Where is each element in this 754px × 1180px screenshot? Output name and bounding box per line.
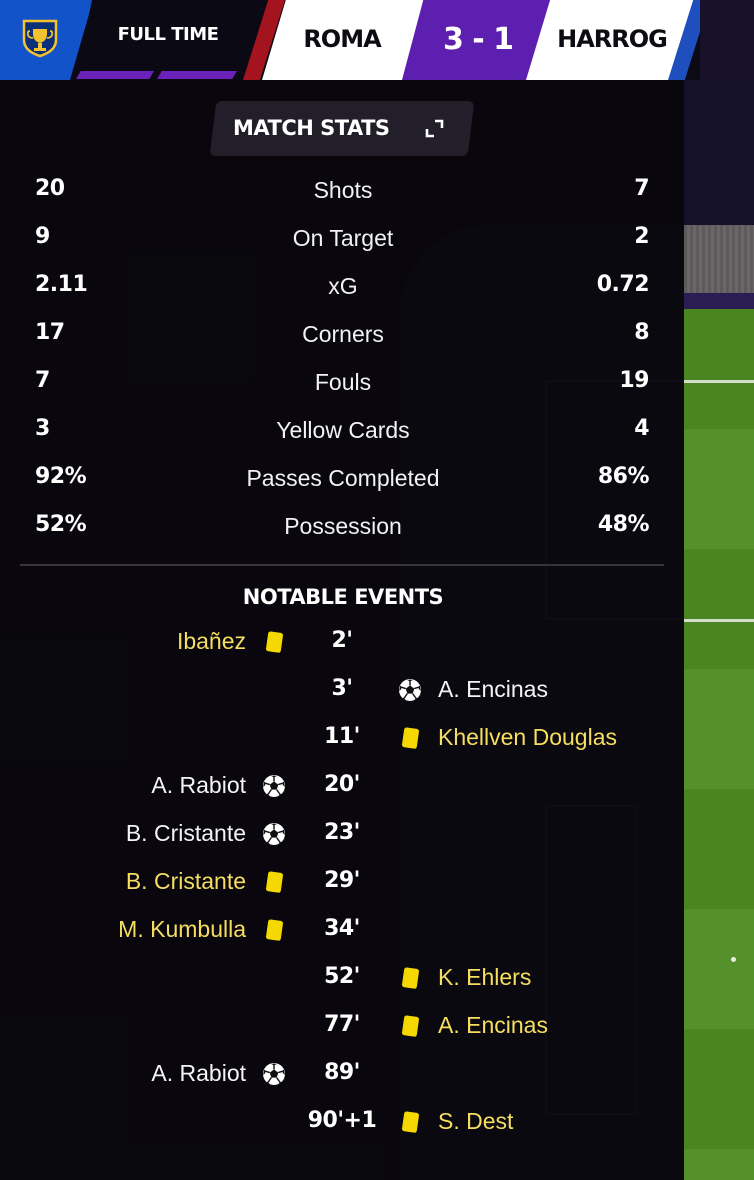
yellow-card-icon xyxy=(398,726,422,750)
event-row: 2' Ibañez xyxy=(0,628,684,676)
scoreboard-header: FULL TIME ROMA 3 - 1 HARROG xyxy=(0,0,754,80)
event-player-name: K. Ehlers xyxy=(438,964,532,990)
event-row: 11' Khellven Douglas xyxy=(0,724,684,772)
event-player-name: Khellven Douglas xyxy=(438,724,618,750)
stat-label: Passes Completed xyxy=(246,465,440,491)
stat-label: Fouls xyxy=(314,369,372,395)
stadium-stand xyxy=(684,225,754,295)
stat-away-value: 19 xyxy=(619,368,649,393)
stat-row: 92% Passes Completed 86% xyxy=(0,464,684,512)
header-edge xyxy=(700,0,754,80)
event-player-name: S. Dest xyxy=(438,1108,514,1134)
stat-away-value: 2 xyxy=(634,224,649,249)
penalty-spot xyxy=(731,957,736,962)
stat-label: Possession xyxy=(284,513,402,539)
yellow-card-icon xyxy=(398,1014,422,1038)
stat-away-value: 7 xyxy=(634,176,649,201)
match-score: 3 - 1 xyxy=(442,22,514,57)
stat-away-value: 48% xyxy=(597,512,650,537)
event-player-name: B. Cristante xyxy=(125,868,246,894)
event-row: 3' A. Encinas xyxy=(0,676,684,724)
event-row: 34' M. Kumbulla xyxy=(0,916,684,964)
event-player-name: M. Kumbulla xyxy=(118,916,246,942)
stadium-shadow xyxy=(684,80,754,225)
event-row: 52' K. Ehlers xyxy=(0,964,684,1012)
event-minute: 89' xyxy=(324,1060,360,1085)
event-player-name: A. Rabiot xyxy=(151,772,246,798)
event-row: 23' B. Cristante xyxy=(0,820,684,868)
stat-row: 52% Possession 48% xyxy=(0,512,684,560)
stat-row: 7 Fouls 19 xyxy=(0,368,684,416)
event-row: 29' B. Cristante xyxy=(0,868,684,916)
away-team-name: HARROG xyxy=(557,25,668,53)
section-divider xyxy=(20,564,664,566)
trophy-shield-icon xyxy=(22,19,58,58)
event-row: 77' A. Encinas xyxy=(0,1012,684,1060)
football-icon xyxy=(262,774,286,798)
pitch-line xyxy=(684,619,754,622)
stat-label: Shots xyxy=(313,177,373,203)
stat-away-value: 0.72 xyxy=(596,272,650,297)
pitch-line xyxy=(684,380,754,383)
stat-row: 17 Corners 8 xyxy=(0,320,684,368)
yellow-card-icon xyxy=(262,630,286,654)
pitch-grass xyxy=(684,309,754,1180)
stat-row: 9 On Target 2 xyxy=(0,224,684,272)
yellow-card-icon xyxy=(398,1110,422,1134)
stat-away-value: 8 xyxy=(634,320,649,345)
event-player-name: A. Rabiot xyxy=(151,1060,246,1086)
event-minute: 29' xyxy=(324,868,360,893)
football-icon xyxy=(398,678,422,702)
event-minute: 23' xyxy=(324,820,360,845)
match-status: FULL TIME xyxy=(117,24,219,45)
event-player-name: A. Encinas xyxy=(438,1012,548,1038)
home-team-name: ROMA xyxy=(303,25,381,53)
stat-row: 2.11 xG 0.72 xyxy=(0,272,684,320)
expand-icon[interactable] xyxy=(424,118,445,139)
event-player-name: A. Encinas xyxy=(438,676,548,702)
advertising-board xyxy=(684,293,754,309)
stat-away-value: 4 xyxy=(634,416,649,441)
yellow-card-icon xyxy=(398,966,422,990)
yellow-card-icon xyxy=(262,918,286,942)
stat-label: Yellow Cards xyxy=(276,417,410,443)
event-minute: 90'+1 xyxy=(307,1108,377,1133)
event-row: 90'+1 S. Dest xyxy=(0,1108,684,1156)
football-icon xyxy=(262,1062,286,1086)
stat-label: xG xyxy=(328,273,358,299)
stat-away-value: 86% xyxy=(597,464,650,489)
stat-row: 3 Yellow Cards 4 xyxy=(0,416,684,464)
event-minute: 2' xyxy=(331,628,353,653)
match-stats-title: MATCH STATS xyxy=(233,116,390,140)
event-minute: 77' xyxy=(324,1012,360,1037)
football-icon xyxy=(262,822,286,846)
notable-events-title: NOTABLE EVENTS xyxy=(242,585,444,609)
event-minute: 20' xyxy=(324,772,360,797)
event-minute: 11' xyxy=(324,724,360,749)
stat-label: On Target xyxy=(292,225,394,251)
event-player-name: B. Cristante xyxy=(125,820,246,846)
event-minute: 34' xyxy=(324,916,360,941)
event-player-name: Ibañez xyxy=(176,628,246,654)
event-minute: 52' xyxy=(324,964,360,989)
status-accent-bar xyxy=(76,71,154,79)
event-row: 89' A. Rabiot xyxy=(0,1060,684,1108)
stat-label: Corners xyxy=(302,321,384,347)
event-row: 20' A. Rabiot xyxy=(0,772,684,820)
stat-row: 20 Shots 7 xyxy=(0,176,684,224)
event-minute: 3' xyxy=(331,676,353,701)
yellow-card-icon xyxy=(262,870,286,894)
status-accent-bar xyxy=(157,71,237,79)
